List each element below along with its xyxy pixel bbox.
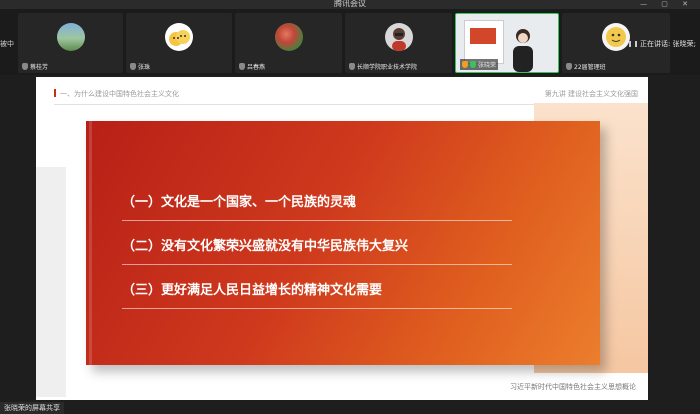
point-item: （三）更好满足人民日益增长的精神文化需要 (122, 273, 512, 309)
participant-name: 蔡桂芳 (30, 64, 49, 71)
microphone-icon (130, 63, 136, 70)
microphone-icon (470, 61, 476, 68)
person-avatar-icon (391, 28, 406, 51)
app-title: 腾讯会议 (334, 0, 366, 8)
decor-band (36, 167, 66, 397)
participant-name: 张晓荣 (478, 62, 497, 69)
participant-name: 22届管理班 (574, 64, 606, 71)
participant-name: 长顺学院职业技术学院 (357, 64, 418, 71)
cartoon-avatar-icon (606, 27, 626, 47)
card-edge (89, 121, 92, 365)
avatar (165, 23, 193, 51)
video-strip: 被中 蔡桂芳 张珠 吕春燕 长顺学院职业技术学院 张晓荣 22届管理班 正在讲话… (0, 9, 700, 75)
participant-tile[interactable]: 张珠 (126, 13, 232, 73)
participant-tile[interactable]: 蔡桂芳 (18, 13, 123, 73)
content-card: （一）文化是一个国家、一个民族的灵魂 （二）没有文化繁荣兴盛就没有中华民族伟大复… (86, 121, 600, 365)
microphone-icon (239, 63, 245, 70)
title-bar: 腾讯会议 — ▢ ✕ (0, 0, 700, 9)
avatar (274, 23, 303, 51)
slide-section-title: 一、为什么建设中国特色社会主义文化 (54, 89, 179, 99)
window-controls[interactable]: — ▢ ✕ (640, 0, 694, 9)
participant-tile[interactable]: 吕春燕 (235, 13, 342, 73)
participant-name: 吕春燕 (247, 64, 266, 71)
microphone-icon (566, 63, 572, 70)
participant-name: 张珠 (138, 64, 151, 71)
slide-footer: 习近平新时代中国特色社会主义思想概论 (510, 383, 636, 391)
avatar (384, 23, 413, 51)
slide-thumbnail (470, 28, 496, 44)
active-speaker-tile[interactable]: 张晓荣 (455, 13, 559, 73)
avatar (602, 23, 630, 51)
strip-edge-label: 被中 (0, 40, 14, 48)
participant-tile[interactable]: 长顺学院职业技术学院 (345, 13, 452, 73)
avatar (56, 23, 85, 51)
speaking-label: 正在讲话: 张晓荣; (640, 40, 696, 48)
slide-lecture-title: 第九讲 建设社会主义文化强国 (544, 90, 638, 98)
microphone-icon (349, 63, 355, 70)
section-text: 一、为什么建设中国特色社会主义文化 (60, 90, 179, 98)
point-item: （一）文化是一个国家、一个民族的灵魂 (122, 185, 512, 221)
title-accent-mark (54, 89, 56, 97)
audio-level-icon (629, 41, 638, 47)
speaking-indicator: 正在讲话: 张晓荣; (629, 39, 696, 49)
cartoon-avatar-icon (169, 30, 190, 46)
person-video-icon (513, 29, 533, 72)
microphone-icon (22, 63, 28, 70)
share-icon (462, 61, 468, 68)
point-item: （二）没有文化繁荣兴盛就没有中华民族伟大复兴 (122, 229, 512, 265)
shared-slide: 一、为什么建设中国特色社会主义文化 第九讲 建设社会主义文化强国 （一）文化是一… (36, 77, 648, 400)
screen-share-label: 张晓荣的屏幕共享 (0, 402, 64, 414)
